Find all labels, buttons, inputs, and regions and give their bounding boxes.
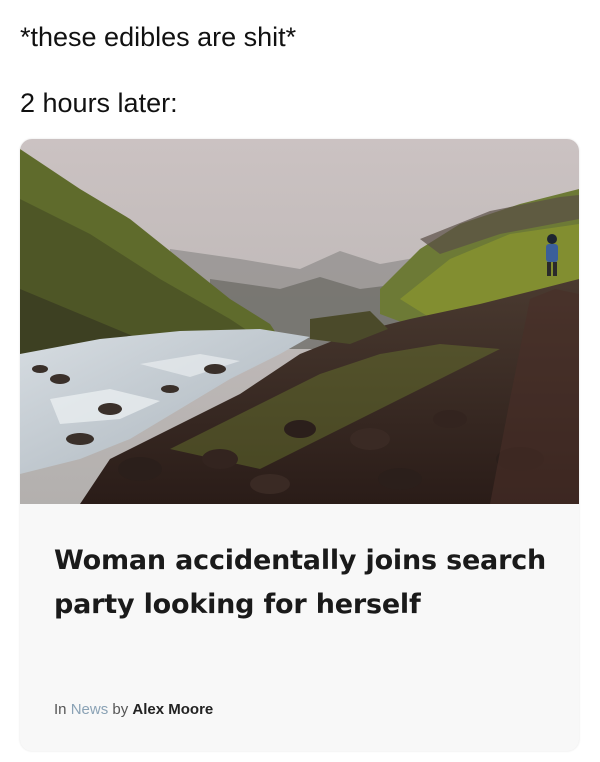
meme-caption-line-1: *these edibles are shit* xyxy=(20,22,297,52)
article-byline: In News by Alex Moore xyxy=(54,701,213,718)
meme-caption-line-2: 2 hours later: xyxy=(20,88,178,118)
article-headline[interactable]: Woman accidentally joins search party lo… xyxy=(54,539,554,627)
article-photo-valley-hiker xyxy=(20,139,579,504)
byline-by-label: by xyxy=(112,701,129,718)
byline-author-link[interactable]: Alex Moore xyxy=(132,701,213,718)
byline-category-link[interactable]: News xyxy=(71,701,109,718)
byline-in-label: In xyxy=(54,701,67,718)
news-article-card[interactable]: Woman accidentally joins search party lo… xyxy=(20,139,579,751)
